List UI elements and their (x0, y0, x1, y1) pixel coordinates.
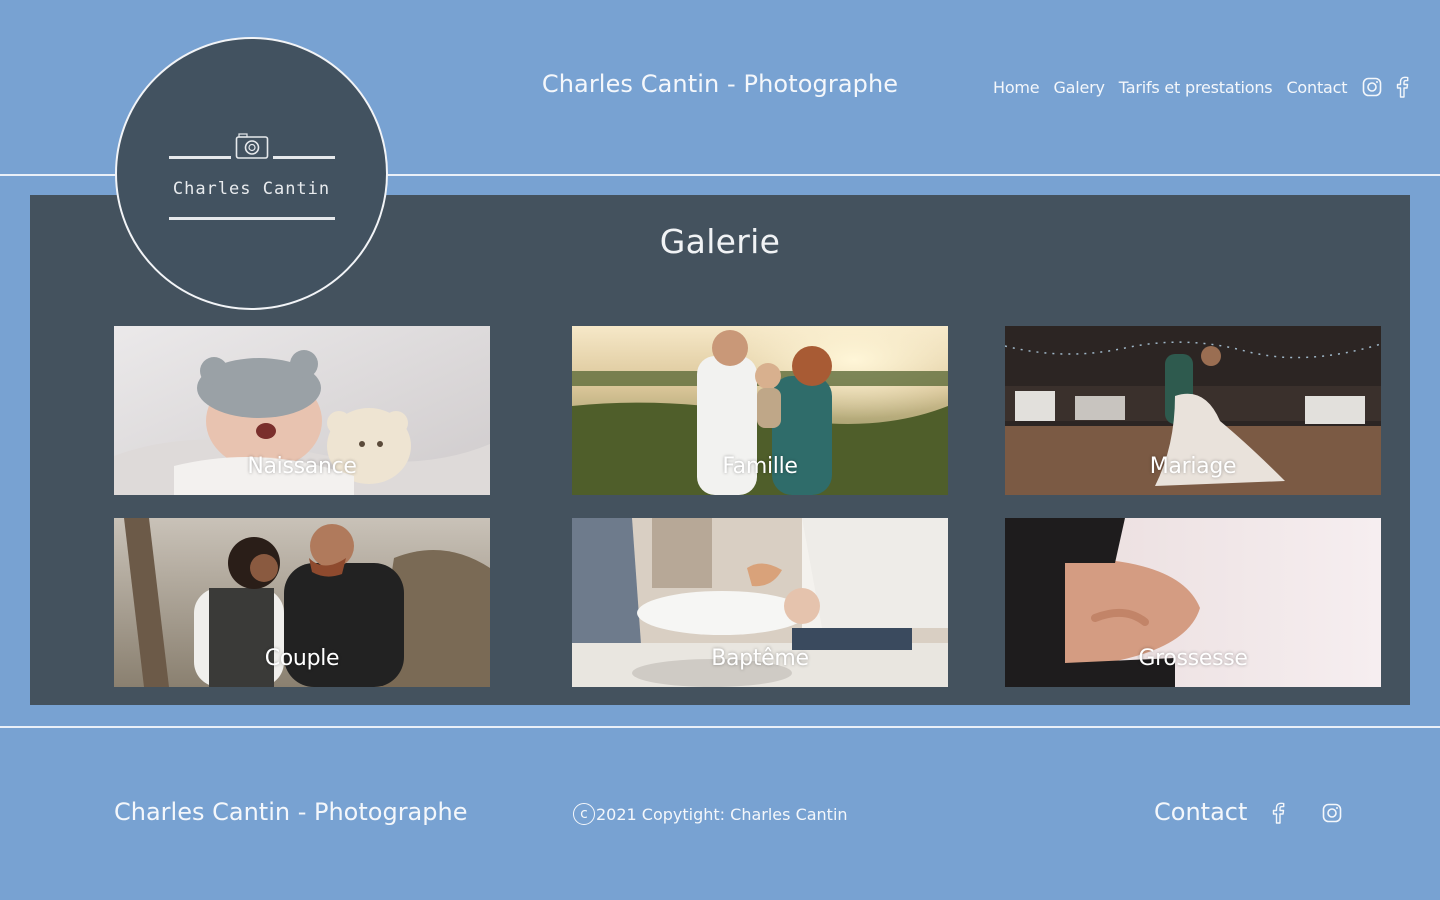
camera-icon (235, 132, 269, 160)
footer-divider (0, 726, 1440, 728)
logo-text: Charles Cantin (172, 179, 331, 199)
main-nav: Home Galery Tarifs et prestations Contac… (993, 76, 1421, 98)
gallery-tile-bapteme[interactable]: Baptême (572, 518, 948, 687)
tile-label-bapteme: Baptême (711, 646, 809, 671)
gallery-tile-naissance[interactable]: Naissance (114, 326, 490, 495)
tile-label-naissance: Naissance (247, 454, 357, 479)
footer-contact-link[interactable]: Contact (1154, 798, 1247, 826)
tile-label-famille: Famille (722, 454, 798, 479)
tile-label-couple: Couple (264, 646, 340, 671)
gallery-tile-mariage[interactable]: Mariage (1005, 326, 1381, 495)
copyright-text: 2021 Copytight: Charles Cantin (596, 804, 848, 824)
tile-label-grossesse: Grossesse (1138, 646, 1248, 671)
nav-contact[interactable]: Contact (1286, 78, 1347, 97)
instagram-icon[interactable] (1361, 76, 1383, 98)
nav-home[interactable]: Home (993, 78, 1040, 97)
copyright-icon: c (573, 803, 595, 825)
instagram-icon[interactable] (1320, 801, 1344, 825)
gallery-tile-couple[interactable]: Couple (114, 518, 490, 687)
page: Charles Cantin - Photographe Home Galery… (0, 0, 1440, 900)
gallery-tile-famille[interactable]: Famille (572, 326, 948, 495)
footer-site-title: Charles Cantin - Photographe (114, 798, 468, 826)
copyright: c 2021 Copytight: Charles Cantin (573, 803, 848, 825)
logo-bar-bottom (169, 217, 335, 220)
logo[interactable]: Charles Cantin (115, 37, 388, 310)
nav-galery[interactable]: Galery (1053, 78, 1105, 97)
tile-label-mariage: Mariage (1149, 454, 1237, 479)
site-title: Charles Cantin - Photographe (541, 70, 899, 98)
facebook-icon[interactable] (1266, 801, 1290, 825)
gallery-tile-grossesse[interactable]: Grossesse (1005, 518, 1381, 687)
logo-bar-right (273, 156, 335, 159)
nav-tarifs[interactable]: Tarifs et prestations (1119, 78, 1273, 97)
facebook-icon[interactable] (1391, 76, 1413, 98)
logo-bar-left (169, 156, 231, 159)
